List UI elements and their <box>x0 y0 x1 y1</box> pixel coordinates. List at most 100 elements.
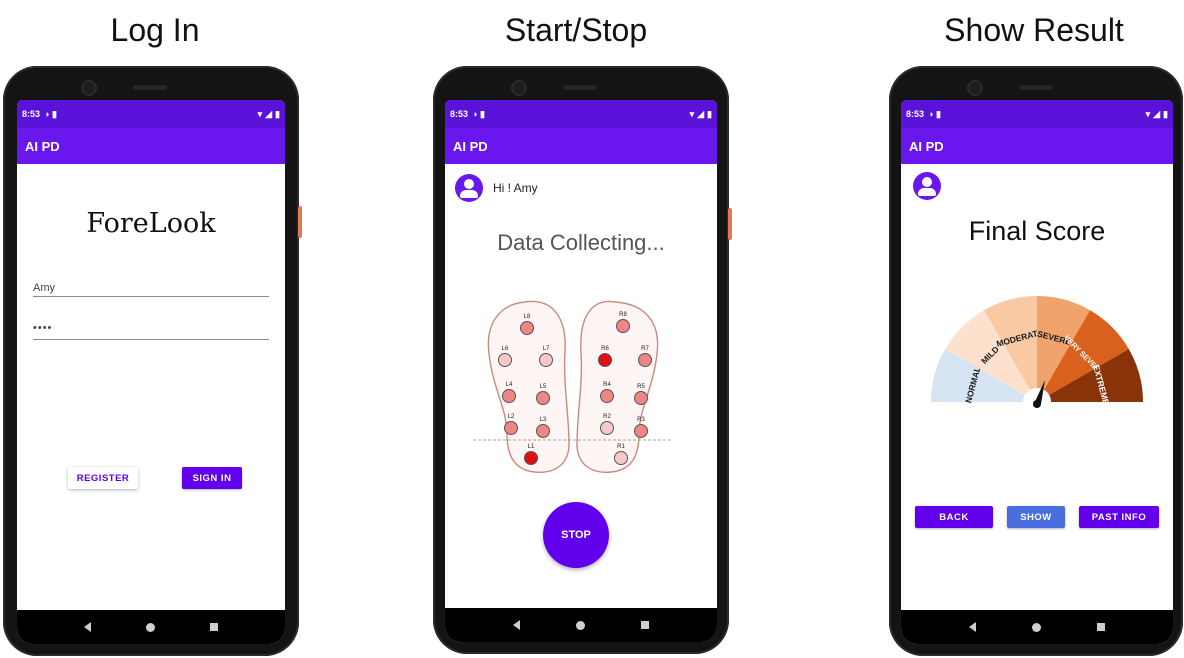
sensor-label-l2: L2 <box>508 414 515 420</box>
sensor-label-r6: R6 <box>601 346 609 352</box>
speaker <box>133 85 167 90</box>
panel-title-start-stop: Start/Stop <box>504 12 648 48</box>
battery-icon: ▮ <box>1163 108 1168 119</box>
sensor-l4 <box>502 389 516 403</box>
sensor-label-l3: L3 <box>540 417 547 423</box>
severity-gauge: NORMALMILDMODERATESEVEREVERY SEVEREEXTRE… <box>931 296 1143 416</box>
battery-icon: ▮ <box>275 108 280 119</box>
status-time: 8:53 <box>22 109 41 119</box>
sensor-r6 <box>598 353 612 367</box>
nav-bar <box>17 610 285 644</box>
sensor-r1 <box>614 451 628 465</box>
back-nav-icon[interactable] <box>84 622 92 632</box>
sensor-l6 <box>498 353 512 367</box>
final-score-heading: Final Score <box>968 216 1106 246</box>
stop-button[interactable]: STOP <box>543 502 609 568</box>
sensor-label-l1: L1 <box>528 444 535 450</box>
back-nav-icon[interactable] <box>513 620 520 630</box>
screen-start-stop: 8:53 ◑ ▮ ▾ ◢ ▮ AI PD Hi ! Amy Data Collect… <box>445 100 717 642</box>
speaker <box>563 85 597 90</box>
app-bar: AI PD <box>17 128 285 164</box>
front-camera <box>81 80 97 96</box>
app-title: AI PD <box>909 138 944 154</box>
app-title: AI PD <box>25 138 60 154</box>
recents-nav-icon[interactable] <box>1097 623 1105 631</box>
phone-login: 8:53 ◑ ▮ ▾ ◢ ▮ AI PD ForeLook Amy •••• REG… <box>3 66 302 656</box>
sensor-r4 <box>600 389 614 403</box>
sensor-label-l5: L5 <box>540 384 547 390</box>
back-button[interactable]: BACK <box>915 506 993 528</box>
speaker <box>1019 85 1053 90</box>
sensor-l3 <box>536 424 550 438</box>
sensor-label-r8: R8 <box>619 312 627 318</box>
sensor-label-l6: L6 <box>502 346 509 352</box>
screen-show-result: 8:53 ◑ ▮ ▾ ◢ ▮ AI PD Final Score NORMAL MIL… <box>901 100 1173 644</box>
password-underline <box>33 339 269 340</box>
sensor-r2 <box>600 421 614 435</box>
sensor-label-l8: L8 <box>524 314 531 320</box>
username-underline <box>33 296 269 297</box>
show-button[interactable]: SHOW <box>1007 506 1065 528</box>
sensor-label-l4: L4 <box>506 382 513 388</box>
side-button <box>298 206 302 238</box>
signal-icon: ◢ <box>1153 108 1161 119</box>
status-time: 8:53 <box>450 109 469 119</box>
username-field[interactable]: Amy <box>33 282 55 294</box>
sensor-l5 <box>536 391 550 405</box>
sensor-l8 <box>520 321 534 335</box>
notification-icon: ◑ ▮ <box>928 108 941 119</box>
app-bar: AI PD <box>445 128 717 164</box>
home-nav-icon[interactable] <box>576 620 585 630</box>
home-nav-icon[interactable] <box>145 622 155 632</box>
sensor-label-r2: R2 <box>603 414 611 420</box>
panel-title-show-result: Show Result <box>944 12 1124 48</box>
phone-show-result: 8:53 ◑ ▮ ▾ ◢ ▮ AI PD Final Score NORMAL MIL… <box>889 66 1183 656</box>
sensor-r8 <box>616 319 630 333</box>
notification-icon: ◑ ▮ <box>472 108 485 119</box>
sensor-label-r3: R3 <box>637 417 645 423</box>
panel-title-login: Log In <box>110 12 200 48</box>
greeting-text: Hi ! Amy <box>493 181 538 195</box>
status-bar: 8:53 ◑ ▮ ▾ ◢ ▮ <box>901 100 1173 128</box>
recents-nav-icon[interactable] <box>209 623 218 631</box>
sensor-r5 <box>634 391 648 405</box>
sensor-l7 <box>539 353 553 367</box>
app-bar: AI PD <box>901 128 1173 164</box>
sensor-r3 <box>634 424 648 438</box>
sensor-label-r5: R5 <box>637 384 645 390</box>
status-bar: 8:53 ◑ ▮ ▾ ◢ ▮ <box>445 100 717 128</box>
gauge-hub <box>1033 400 1041 408</box>
screen-login: 8:53 ◑ ▮ ▾ ◢ ▮ AI PD ForeLook Amy •••• REG… <box>17 100 285 644</box>
foot-sensor-diagram: L8 L6 L7 L4 L5 L2 L3 L1 R8 R6 R7 R4 R5 R2 R3 R1 <box>473 296 673 476</box>
home-nav-icon[interactable] <box>1032 622 1041 632</box>
password-field[interactable]: •••• <box>33 322 52 334</box>
signal-icon: ◢ <box>265 108 273 119</box>
user-avatar-icon[interactable] <box>455 174 483 202</box>
side-button <box>728 208 732 240</box>
sensor-r7 <box>638 353 652 367</box>
sensor-label-r4: R4 <box>603 382 611 388</box>
status-time: 8:53 <box>906 109 925 119</box>
past-info-button[interactable]: PAST INFO <box>1079 506 1159 528</box>
nav-bar <box>445 608 717 642</box>
notification-icon: ◑ ▮ <box>44 108 57 119</box>
wifi-icon: ▾ <box>689 108 695 119</box>
user-avatar-icon[interactable] <box>913 172 941 200</box>
forelook-logo: ForeLook <box>17 208 285 239</box>
sensor-label-r7: R7 <box>641 346 649 352</box>
data-collecting-status: Data Collecting... <box>497 230 665 255</box>
sensor-label-l7: L7 <box>543 346 550 352</box>
status-bar: 8:53 ◑ ▮ ▾ ◢ ▮ <box>17 100 285 128</box>
phone-start-stop: 8:53 ◑ ▮ ▾ ◢ ▮ AI PD Hi ! Amy Data Collect… <box>433 66 732 654</box>
signal-icon: ◢ <box>697 108 705 119</box>
sign-in-button[interactable]: SIGN IN <box>182 467 242 489</box>
wifi-icon: ▾ <box>1145 108 1151 119</box>
sensor-l1 <box>524 451 538 465</box>
front-camera <box>511 80 527 96</box>
wifi-icon: ▾ <box>257 108 263 119</box>
register-button[interactable]: REGISTER <box>68 467 138 489</box>
logo-text: ForeLook <box>86 208 216 239</box>
back-nav-icon[interactable] <box>969 622 976 632</box>
recents-nav-icon[interactable] <box>641 621 649 629</box>
sensor-label-r1: R1 <box>617 444 625 450</box>
